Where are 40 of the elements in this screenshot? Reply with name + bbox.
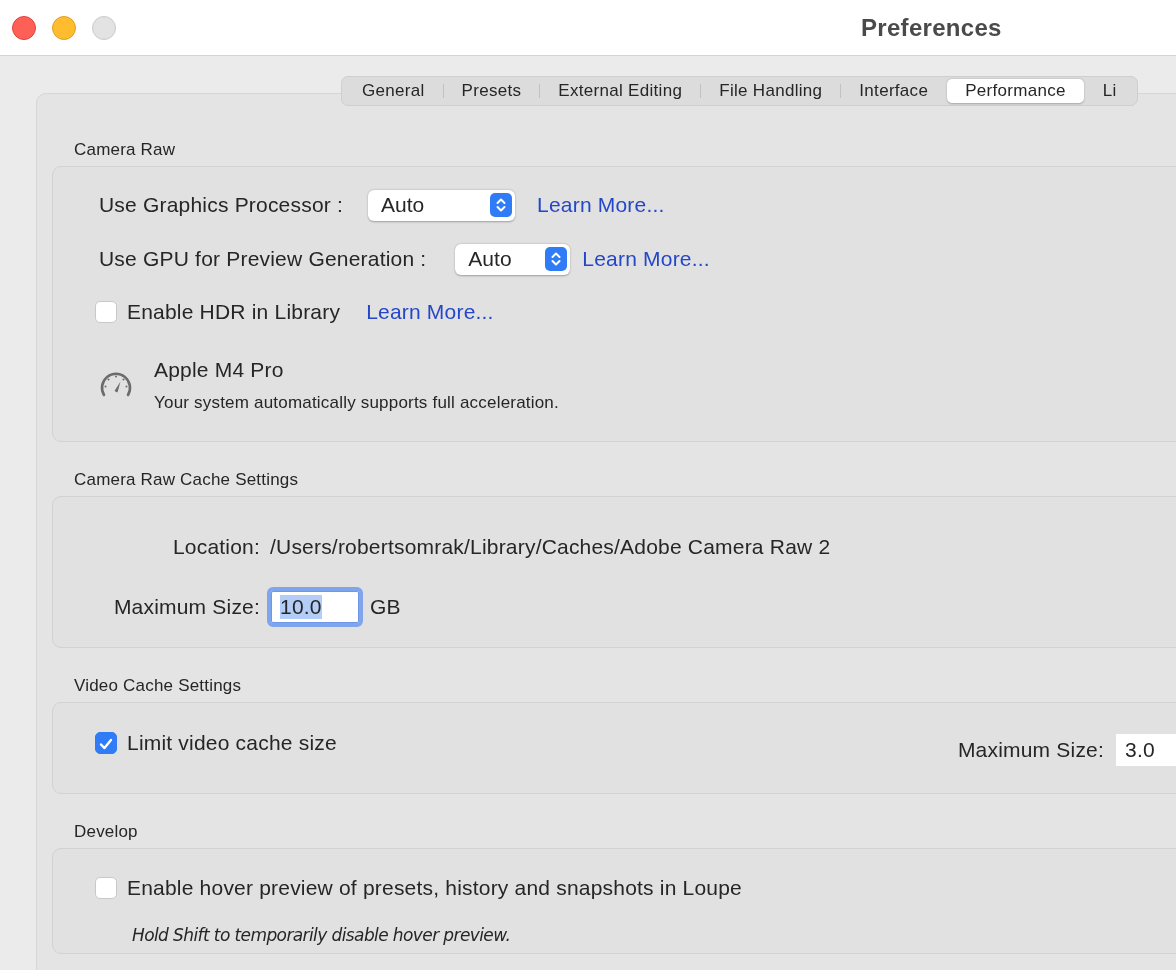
checkbox-label: Enable HDR in Library [127,300,341,324]
popup-button[interactable]: Auto [455,243,571,275]
section-title: Camera Raw [74,140,176,160]
checkbox[interactable] [95,732,117,754]
field-label: Maximum Size: [957,738,1104,762]
tab[interactable]: General [344,79,443,103]
tab[interactable]: External Editing [540,79,701,103]
field-label: Location: [171,535,260,559]
window-title: Preferences [861,13,1002,42]
gpu-name: Apple M4 Pro [154,358,285,382]
field-label: Maximum Size: [112,595,260,619]
section-title: Video Cache Settings [74,676,242,696]
size-field[interactable]: 3.0 [1116,734,1176,766]
stepper-icon [545,247,568,271]
tab[interactable]: Li [1084,79,1135,103]
popup-button[interactable]: Auto [368,189,516,221]
tab[interactable]: Presets [443,79,540,103]
checkbox-label: Limit video cache size [127,731,337,755]
checkbox[interactable] [95,877,117,899]
cache-path: /Users/robertsomrak/Library/Caches/Adobe Camera Raw 2 [270,535,831,559]
checkbox[interactable] [95,301,117,323]
tab[interactable]: Performance [947,79,1084,103]
hint-text: Hold Shift to temporarily disable hover preview. [132,925,511,945]
learn-more-link[interactable]: Learn More... [537,193,665,217]
zoom-button[interactable] [92,15,116,40]
tab[interactable]: Interface [841,79,947,103]
tab[interactable]: File Handling [701,79,841,103]
field-label: Use GPU for Preview Generation : [99,247,427,271]
checkbox-label: Enable hover preview of presets, history and snapshots in Loupe [127,876,742,900]
learn-more-link[interactable]: Learn More... [366,300,494,324]
acceleration-note: Your system automatically supports full acceleration. [154,393,559,413]
section-title: Develop [74,822,138,842]
minimize-button[interactable] [52,15,76,40]
section-title: Camera Raw Cache Settings [74,470,299,490]
speedometer-icon [99,370,133,398]
learn-more-link[interactable]: Learn More... [582,247,710,271]
close-button[interactable] [12,15,36,40]
stepper-icon [490,193,513,217]
field-label: Use Graphics Processor : [99,193,344,217]
unit-label: GB [370,595,401,619]
